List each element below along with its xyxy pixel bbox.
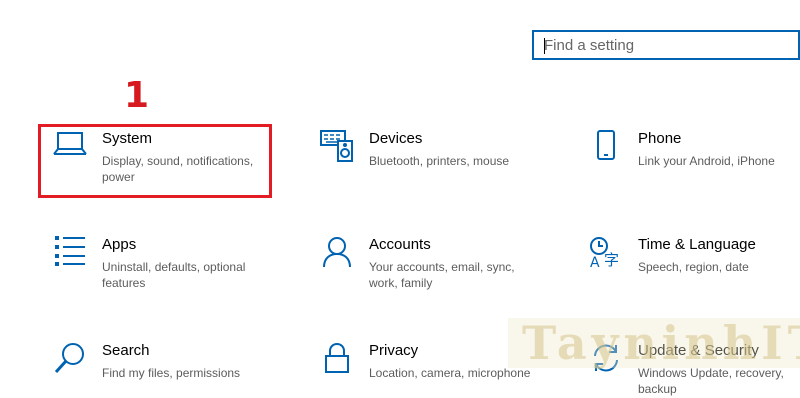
- tile-description: Your accounts, email, sync, work, family: [369, 260, 515, 290]
- tile-description: Speech, region, date: [638, 260, 749, 274]
- laptop-icon: [52, 130, 88, 166]
- tile-title: Search: [102, 342, 150, 359]
- tile-description: Display, sound, notifications, power: [102, 154, 254, 184]
- apps-list-icon: [52, 236, 88, 272]
- phone-icon: [588, 130, 624, 166]
- tile-description: Link your Android, iPhone: [638, 154, 775, 168]
- text-caret: [544, 38, 545, 54]
- tile-description: Bluetooth, printers, mouse: [369, 154, 510, 168]
- search-input[interactable]: [534, 32, 798, 58]
- tile-title: System: [102, 130, 153, 147]
- svg-text:字: 字: [604, 251, 619, 268]
- svg-text:A: A: [590, 255, 600, 268]
- tile-title: Accounts: [369, 236, 431, 253]
- tile-description: Uninstall, defaults, optional features: [102, 260, 246, 290]
- step-number-annotation: 1: [124, 75, 150, 116]
- tile-title: Apps: [102, 236, 137, 253]
- watermark-text: TayninhIT: [522, 316, 800, 370]
- tile-description: Find my files, permissions: [102, 366, 241, 380]
- tile-title: Privacy: [369, 342, 419, 359]
- devices-icon: [319, 130, 355, 166]
- search-box[interactable]: [532, 30, 800, 60]
- tile-title: Devices: [369, 130, 423, 147]
- tile-title: Time & Language: [638, 236, 756, 253]
- person-icon: [319, 236, 355, 272]
- search-icon: [52, 342, 88, 378]
- watermark: TayninhIT: [508, 316, 800, 370]
- lock-icon: [319, 342, 355, 378]
- tile-title: Phone: [638, 130, 682, 147]
- time-language-icon: A 字: [588, 236, 624, 272]
